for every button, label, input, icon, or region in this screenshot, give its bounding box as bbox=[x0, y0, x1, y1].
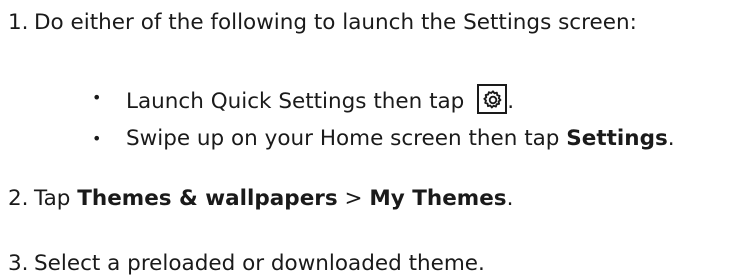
bullet-suffix: . bbox=[507, 89, 515, 114]
step-text: Do either of the following to launch the… bbox=[34, 10, 637, 35]
settings-gear-icon bbox=[477, 84, 508, 114]
step-3: 3. Select a preloaded or downloaded theme… bbox=[0, 250, 485, 278]
step-1: 1. Do either of the following to launch t… bbox=[0, 9, 637, 37]
step-text: Tap bbox=[34, 186, 78, 211]
separator: > bbox=[337, 186, 370, 211]
step-suffix: . bbox=[506, 186, 514, 211]
my-themes-label: My Themes bbox=[369, 186, 507, 211]
step-2: 2. Tap Themes & wallpapers > My Themes. bbox=[0, 185, 513, 213]
bullet-text: Launch Quick Settings then tap bbox=[126, 89, 465, 114]
settings-label: Settings bbox=[566, 126, 668, 151]
themes-wallpapers-label: Themes & wallpapers bbox=[77, 186, 338, 211]
step-number: 2. bbox=[8, 186, 29, 211]
bullet-marker: • bbox=[92, 129, 102, 148]
step-text: Select a preloaded or downloaded theme. bbox=[34, 251, 485, 276]
step-number: 3. bbox=[8, 251, 29, 276]
bullet-marker: • bbox=[92, 88, 102, 107]
step-number: 1. bbox=[8, 10, 29, 35]
bullet-text: Swipe up on your Home screen then tap bbox=[126, 126, 567, 151]
bullet-suffix: . bbox=[667, 126, 675, 151]
